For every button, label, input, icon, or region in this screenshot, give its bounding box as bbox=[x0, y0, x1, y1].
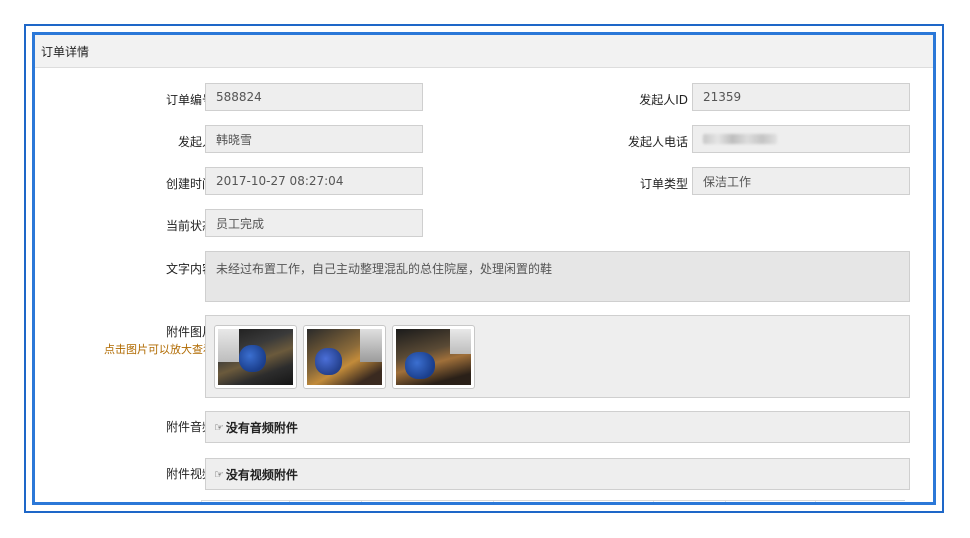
truncated-table bbox=[201, 500, 905, 502]
current-status-field: 员工完成 bbox=[205, 209, 423, 237]
initiator-id-field: 21359 bbox=[692, 83, 910, 111]
video-empty-text: 没有视频附件 bbox=[225, 467, 298, 482]
order-type-field: 保洁工作 bbox=[692, 167, 910, 195]
hand-pointing-icon: ☞ bbox=[214, 420, 224, 434]
created-time-field: 2017-10-27 08:27:04 bbox=[205, 167, 423, 195]
panel-title: 订单详情 bbox=[41, 44, 90, 59]
order-id-field: 588824 bbox=[205, 83, 423, 111]
attachment-image-1[interactable] bbox=[214, 324, 297, 389]
outer-frame: 订单详情 订单编号 588824 发起人ID 21359 发起人 韩晓雪 发起人… bbox=[24, 24, 944, 513]
panel-header: 订单详情 bbox=[35, 35, 933, 68]
redacted-phone bbox=[703, 134, 777, 144]
order-detail-panel: 订单详情 订单编号 588824 发起人ID 21359 发起人 韩晓雪 发起人… bbox=[32, 32, 936, 505]
hand-pointing-icon: ☞ bbox=[214, 467, 224, 481]
images-hint: 点击图片可以放大查看 bbox=[104, 343, 214, 356]
image-gallery bbox=[205, 315, 910, 398]
initiator-id-label: 发起人ID bbox=[639, 93, 688, 107]
audio-empty-text: 没有音频附件 bbox=[225, 420, 298, 435]
text-content-field: 未经过布置工作，自己主动整理混乱的总住院屋，处理闲置的鞋 bbox=[205, 251, 910, 302]
attachment-image-3[interactable] bbox=[392, 324, 475, 389]
initiator-phone-field bbox=[692, 125, 910, 153]
video-attachment-box: ☞ 没有视频附件 bbox=[205, 458, 910, 490]
attachment-image-2[interactable] bbox=[303, 324, 386, 389]
initiator-phone-label: 发起人电话 bbox=[627, 135, 688, 149]
order-type-label: 订单类型 bbox=[639, 177, 688, 191]
initiator-field: 韩晓雪 bbox=[205, 125, 423, 153]
audio-attachment-box: ☞ 没有音频附件 bbox=[205, 411, 910, 443]
